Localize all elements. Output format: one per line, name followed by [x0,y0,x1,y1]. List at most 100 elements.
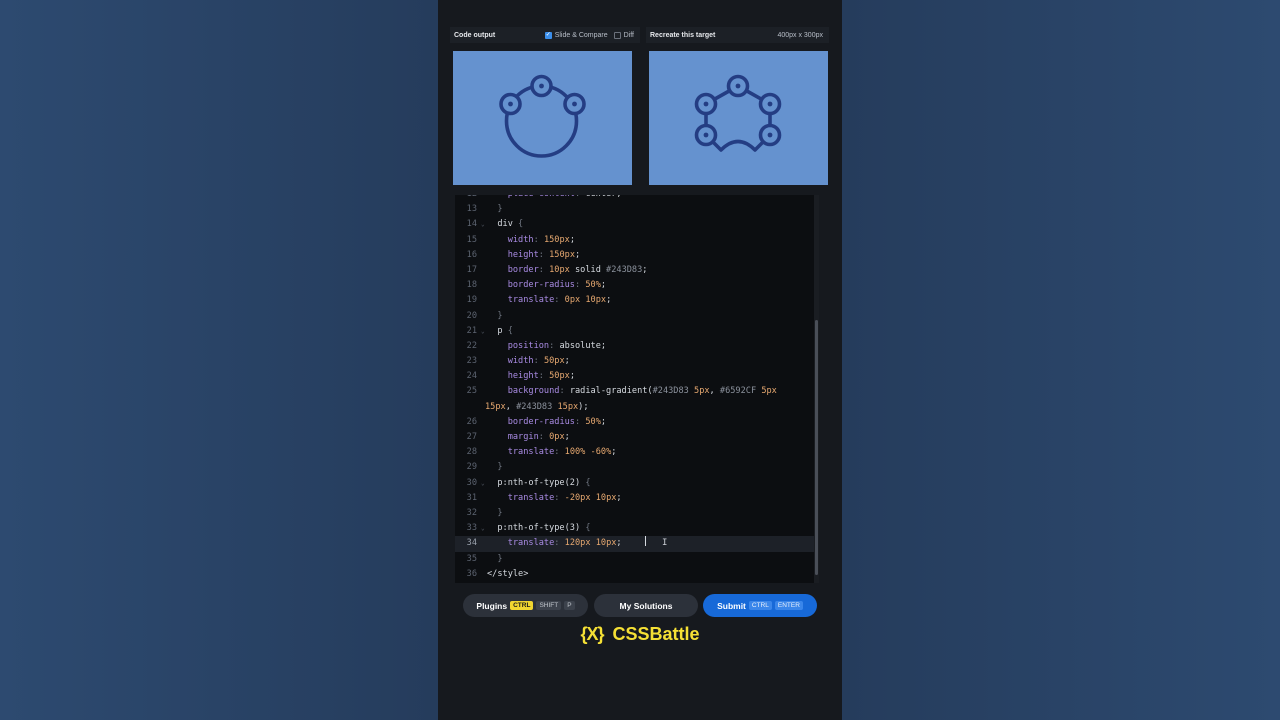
line-number: 27 [466,432,477,442]
code-text: border: 10px solid #243D83; [507,264,648,275]
line-number: 24 [466,371,477,382]
line-number: 29 [466,462,477,473]
code-line[interactable]: 30 ⌄ p:nth-of-type(2) { [455,476,815,491]
submit-key-enter: ENTER [774,601,803,610]
line-number: 26 [466,416,477,427]
code-line[interactable]: 15px, #243D83 15px); [455,400,815,415]
plugins-key-p: P [564,601,575,610]
code-text: background: radial-gradient(#243D83 5px,… [507,386,777,397]
line-number: 23 [466,356,477,367]
background-left [0,0,438,720]
code-line[interactable]: 36 </style> [455,567,815,582]
plugins-button[interactable]: Plugins CTRL SHIFT P [463,594,588,617]
submit-button[interactable]: Submit CTRL ENTER [703,594,817,617]
code-line[interactable]: 33 ⌄ p:nth-of-type(3) { [455,521,815,536]
code-text: translate: 100% -60%; [507,447,617,458]
code-text: margin: 0px; [507,432,570,442]
code-line[interactable]: 13 } [455,202,815,217]
ibeam-cursor-icon: I [662,538,668,548]
code-line[interactable]: 34 translate: 120px 10px; [455,536,815,552]
code-text: } [497,553,503,564]
cssbattle-logo: {X} CSSBattle [438,624,842,645]
code-text: p:nth-of-type(3) { [487,523,591,534]
code-text: border-radius: 50%; [507,280,607,291]
code-line[interactable]: 22 position: absolute; [455,339,815,354]
code-line[interactable]: 14 ⌄ div { [455,217,815,232]
code-line[interactable]: 31 translate: -20px 10px; [455,491,815,506]
line-number: 35 [466,553,477,564]
brand-name: CSSBattle [612,624,700,644]
code-text: border-radius: 50%; [507,416,607,427]
code-text: translate: 120px 10px; [507,538,622,549]
code-line[interactable]: 18 border-radius: 50%; [455,278,815,293]
code-text: } [497,310,503,321]
code-line[interactable]: 35 } [455,552,815,567]
code-text: translate: -20px 10px; [507,492,622,503]
code-line[interactable]: 12 place-content: center; [455,195,815,202]
code-line[interactable]: 15 width: 150px; [455,233,815,248]
code-text: </style> [487,568,529,579]
target-size: 400px x 300px [777,31,823,39]
code-text: height: 150px; [507,249,581,260]
diff-checkbox[interactable]: Diff [613,31,640,39]
code-line[interactable]: 24 height: 50px; [455,369,815,384]
code-output-label: Code output [454,31,496,39]
code-text: height: 50px; [507,371,576,382]
code-line[interactable]: 25 background: radial-gradient(#243D83 5… [455,384,815,399]
code-text: width: 150px; [507,234,576,245]
scrollbar-thumb[interactable] [815,320,818,575]
code-line[interactable]: 23 width: 50px; [455,354,815,369]
cssbattle-app: Code output ✓ Slide & Compare Diff Recre… [438,0,842,720]
target-shape [694,74,782,152]
code-line[interactable]: 20 } [455,309,815,324]
slide-compare-checkbox[interactable]: ✓ Slide & Compare [544,31,608,39]
code-line[interactable]: 29 } [455,460,815,475]
code-text: translate: 0px 10px; [507,295,612,306]
code-output-header: Code output ✓ Slide & Compare Diff [450,27,640,43]
text-cursor [645,536,646,546]
code-text: div { [487,219,524,230]
output-ring-left [499,92,522,116]
target-canvas[interactable] [649,51,828,185]
target-header: Recreate this target 400px x 300px [646,27,829,43]
code-line[interactable]: 27 margin: 0px; [455,430,815,445]
line-number: 13 [466,204,477,215]
code-text: position: absolute; [507,340,607,351]
code-line[interactable]: 21 ⌄ p { [455,324,815,339]
line-number: 30 [466,477,477,488]
line-number: 36 [466,568,477,579]
output-shape [499,74,586,158]
unchecked-box-icon [613,31,621,39]
plugins-label: Plugins [476,600,508,611]
line-number: 17 [466,264,477,275]
line-number: 20 [466,310,477,321]
code-editor[interactable]: 12 place-content: center;13 }14⌄ div {15… [455,195,819,583]
line-number: 34 [466,538,477,549]
line-number: 21 [466,325,477,336]
code-line[interactable]: 16 height: 150px; [455,248,815,263]
line-number: 25 [466,386,477,397]
code-line[interactable]: 19 translate: 0px 10px; [455,293,815,308]
line-number: 16 [466,249,477,260]
target-ring [694,74,782,147]
line-number: 31 [466,492,477,503]
line-number: 32 [466,507,477,518]
code-text: } [497,462,503,473]
code-line[interactable]: 17 border: 10px solid #243D83; [455,263,815,278]
line-number: 33 [466,523,477,534]
code-text: width: 50px; [507,356,570,367]
my-solutions-button[interactable]: My Solutions [594,594,698,617]
line-number: 14 [466,219,477,230]
line-number: 18 [466,280,477,291]
background-right [842,0,1280,720]
code-text: } [497,507,503,518]
code-text: 15px, #243D83 15px); [485,401,589,412]
code-output-canvas[interactable] [453,51,632,185]
code-line[interactable]: 32 } [455,506,815,521]
editor-scrollbar[interactable] [814,195,819,583]
fold-gutter [455,400,485,415]
code-lines[interactable]: 12 place-content: center;13 }14⌄ div {15… [455,195,815,582]
line-number: 19 [466,295,477,306]
code-line[interactable]: 28 translate: 100% -60%; [455,445,815,460]
code-line[interactable]: 26 border-radius: 50%; [455,415,815,430]
